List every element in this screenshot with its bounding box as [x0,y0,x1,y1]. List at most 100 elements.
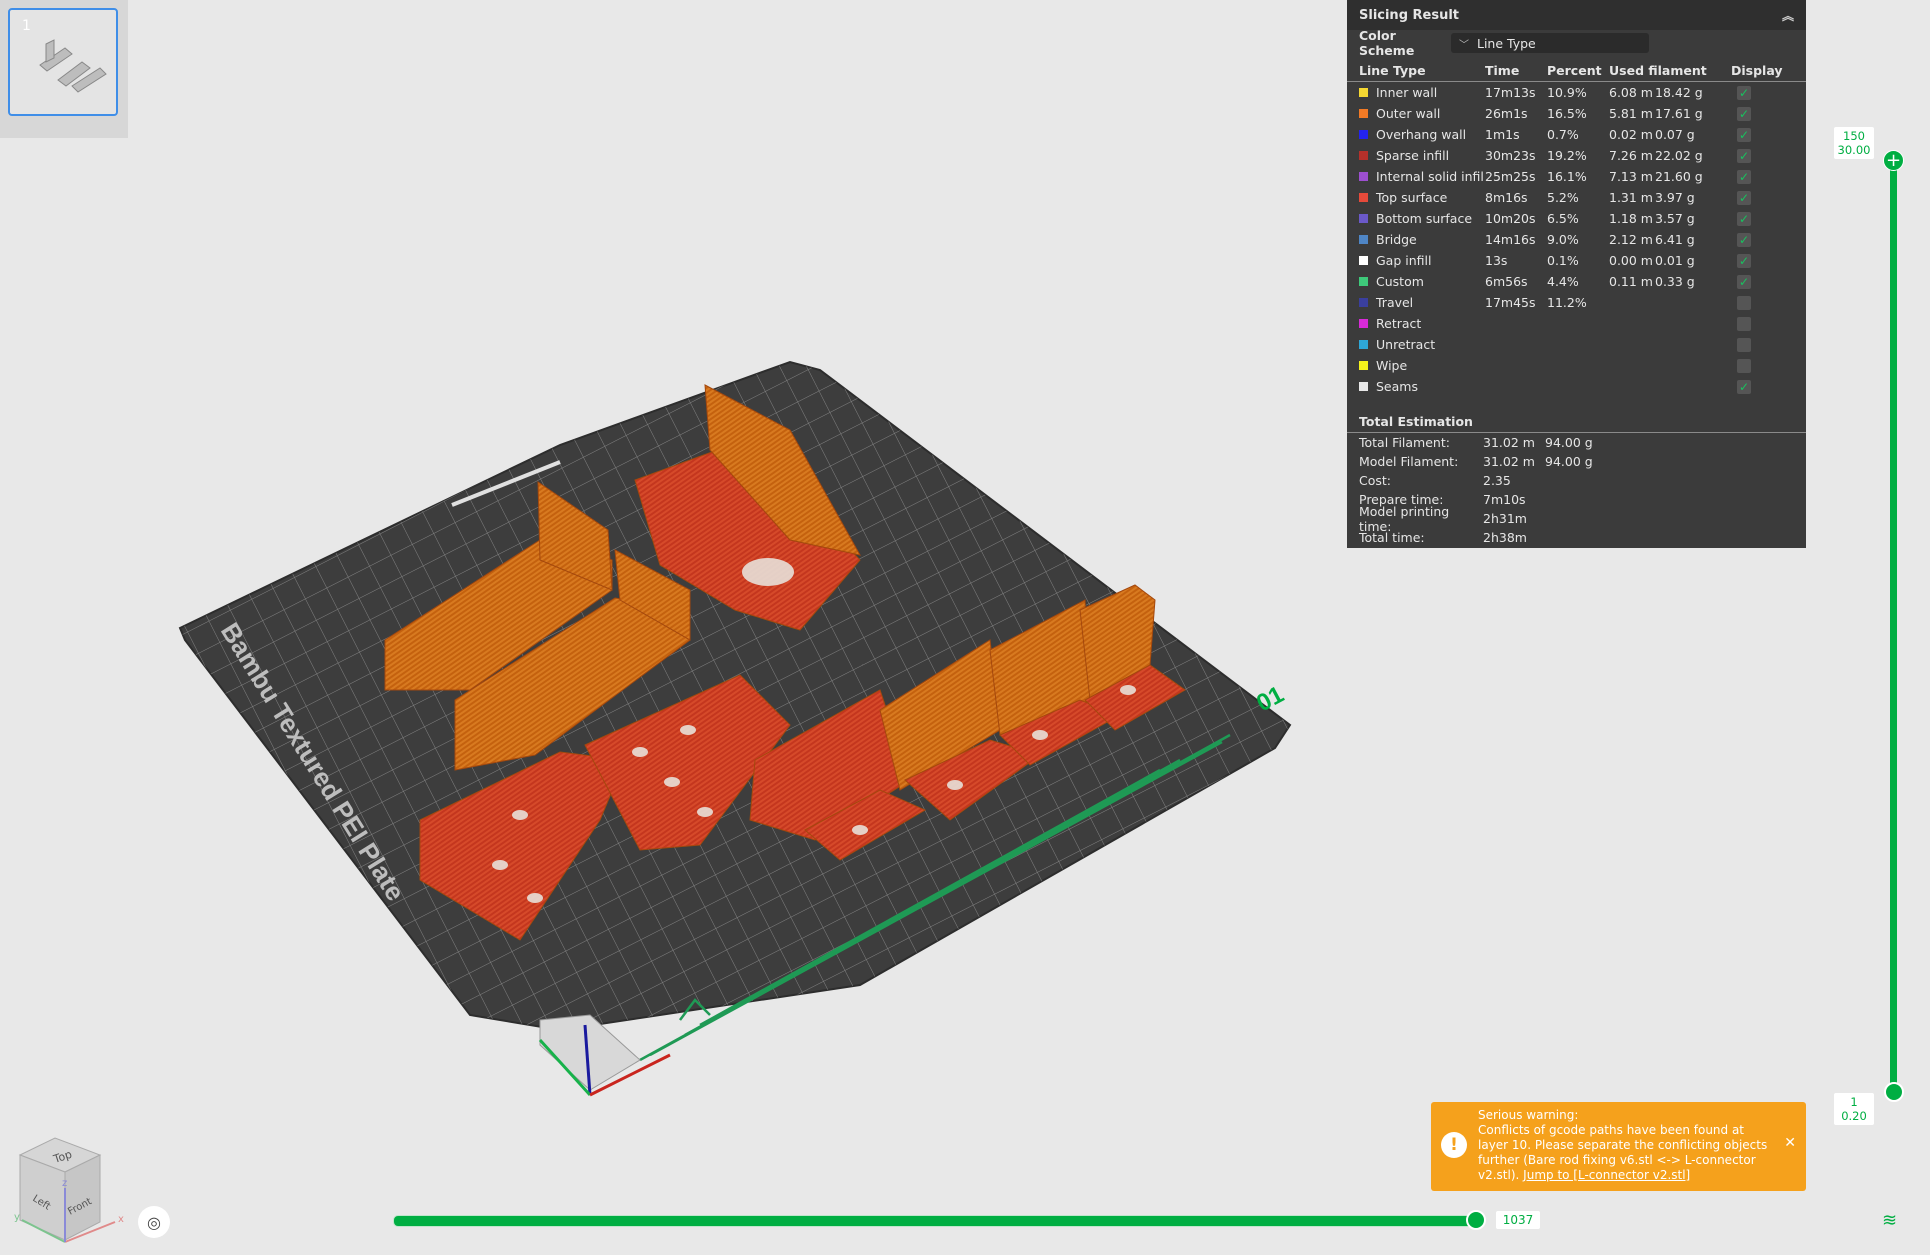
line-type-filament: 0.02 m 0.07 g [1609,127,1731,142]
line-type-row: Gap infill 13s 0.1% 0.00 m 0.01 g ✓ [1347,250,1806,271]
layers-icon[interactable]: ≋ [1882,1210,1904,1232]
line-type-time: 1m1s [1485,127,1520,142]
total-value-1: 31.02 m [1483,435,1535,450]
display-checkbox[interactable] [1737,295,1751,310]
display-checkbox[interactable]: ✓ [1737,253,1751,268]
line-type-filament: 2.12 m 6.41 g [1609,232,1731,247]
display-checkbox[interactable]: ✓ [1737,169,1751,184]
line-type-grams: 3.97 g [1655,190,1695,205]
line-type-row: Overhang wall 1m1s 0.7% 0.02 m 0.07 g ✓ [1347,124,1806,145]
line-type-filament: 7.26 m 22.02 g [1609,148,1731,163]
line-type-row: Bottom surface 10m20s 6.5% 1.18 m 3.57 g ✓ [1347,208,1806,229]
line-type-grams: 18.42 g [1655,85,1703,100]
line-type-percent: 10.9% [1547,85,1587,100]
line-type-meters: 0.02 m [1609,127,1653,142]
line-type-swatch [1359,172,1368,181]
line-type-swatch [1359,109,1368,118]
display-checkbox[interactable]: ✓ [1737,148,1751,163]
line-type-name: Bridge [1359,232,1485,247]
chevron-up-double-icon[interactable]: ︽ [1782,7,1794,24]
total-value-2: 94.00 g [1545,454,1593,469]
display-checkbox[interactable] [1737,337,1751,352]
bottom-layer-height: 0.20 [1841,1109,1867,1123]
total-label: Total time: [1359,530,1425,545]
total-value-1: 2h38m [1483,530,1527,545]
color-scheme-label: Color Scheme [1359,28,1415,58]
line-type-label: Bridge [1376,232,1417,247]
line-type-label: Gap infill [1376,253,1432,268]
line-type-row: Sparse infill 30m23s 19.2% 7.26 m 22.02 g ✓ [1347,145,1806,166]
line-type-grams: 0.33 g [1655,274,1695,289]
bottom-layer-number: 1 [1850,1095,1858,1109]
line-type-time: 30m23s [1485,148,1536,163]
move-slider-handle[interactable] [1466,1210,1486,1230]
line-type-name: Retract [1359,316,1485,331]
total-estimation-header: Total Estimation [1347,407,1806,433]
line-type-label: Unretract [1376,337,1436,352]
display-checkbox[interactable]: ✓ [1737,232,1751,247]
color-scheme-dropdown[interactable]: ﹀ Line Type [1451,33,1649,53]
total-label: Model Filament: [1359,454,1459,469]
line-type-row: Unretract [1347,334,1806,355]
line-type-percent: 5.2% [1547,190,1579,205]
line-type-label: Sparse infill [1376,148,1450,163]
line-type-name: Wipe [1359,358,1485,373]
line-type-label: Travel [1376,295,1414,310]
display-checkbox[interactable] [1737,358,1751,373]
warning-icon: ! [1441,1132,1467,1158]
display-checkbox[interactable]: ✓ [1737,211,1751,226]
layer-slider-bottom-handle[interactable] [1884,1082,1904,1102]
line-type-meters: 6.08 m [1609,85,1653,100]
serious-warning-toast: ! Serious warning: Conflicts of gcode pa… [1431,1102,1806,1191]
display-checkbox[interactable] [1737,316,1751,331]
line-type-swatch [1359,130,1368,139]
line-type-swatch [1359,256,1368,265]
line-type-percent: 9.0% [1547,232,1579,247]
line-type-meters: 0.11 m [1609,274,1653,289]
display-checkbox[interactable]: ✓ [1737,190,1751,205]
line-type-name: Seams [1359,379,1485,394]
display-checkbox[interactable]: ✓ [1737,127,1751,142]
line-type-table-header: Line Type Time Percent Used filament Dis… [1347,56,1806,82]
panel-title: Slicing Result [1359,7,1460,23]
line-type-grams: 6.41 g [1655,232,1695,247]
line-type-swatch [1359,151,1368,160]
total-label: Total Filament: [1359,435,1450,450]
close-icon[interactable]: ✕ [1784,1136,1796,1151]
color-scheme-value: Line Type [1477,35,1536,51]
warning-jump-link[interactable]: Jump to [L-connector v2.stl] [1523,1168,1690,1182]
line-type-name: Inner wall [1359,85,1485,100]
line-type-time: 17m13s [1485,85,1536,100]
line-type-percent: 11.2% [1547,295,1587,310]
line-type-percent: 4.4% [1547,274,1579,289]
camera-reset-icon[interactable]: ◎ [138,1206,170,1238]
top-layer-label: 150 30.00 [1834,127,1874,159]
line-type-time: 6m56s [1485,274,1528,289]
display-checkbox[interactable]: ✓ [1737,85,1751,100]
line-type-label: Bottom surface [1376,211,1473,226]
line-type-grams: 21.60 g [1655,169,1703,184]
line-type-label: Internal solid infill [1376,169,1485,184]
display-checkbox[interactable]: ✓ [1737,274,1751,289]
line-type-time: 25m25s [1485,169,1536,184]
axis-x-label: x [118,1214,124,1225]
header-percent: Percent [1547,63,1602,78]
line-type-time: 26m1s [1485,106,1528,121]
total-row: Model Filament: 31.02 m 94.00 g [1347,452,1806,471]
line-type-swatch [1359,361,1368,370]
total-value-1: 2.35 [1483,473,1511,488]
line-type-row: Internal solid infill 25m25s 16.1% 7.13 m 21… [1347,166,1806,187]
view-cube[interactable]: Top Left Front y x z [10,1130,130,1250]
layer-slider-track[interactable] [1890,160,1897,1094]
display-checkbox[interactable]: ✓ [1737,106,1751,121]
move-slider-track[interactable] [393,1215,1480,1227]
line-type-name: Internal solid infill [1359,169,1485,184]
display-checkbox[interactable]: ✓ [1737,379,1751,394]
layer-slider-top-handle[interactable]: + [1883,150,1904,171]
color-scheme-row: Color Scheme ﹀ Line Type [1347,28,1806,58]
line-type-row: Wipe [1347,355,1806,376]
total-value-1: 7m10s [1483,492,1526,507]
header-time: Time [1485,63,1520,78]
total-estimation-list: Total Filament: 31.02 m 94.00 g Model Filam… [1347,433,1806,547]
panel-header: Slicing Result ︽ [1347,0,1806,30]
